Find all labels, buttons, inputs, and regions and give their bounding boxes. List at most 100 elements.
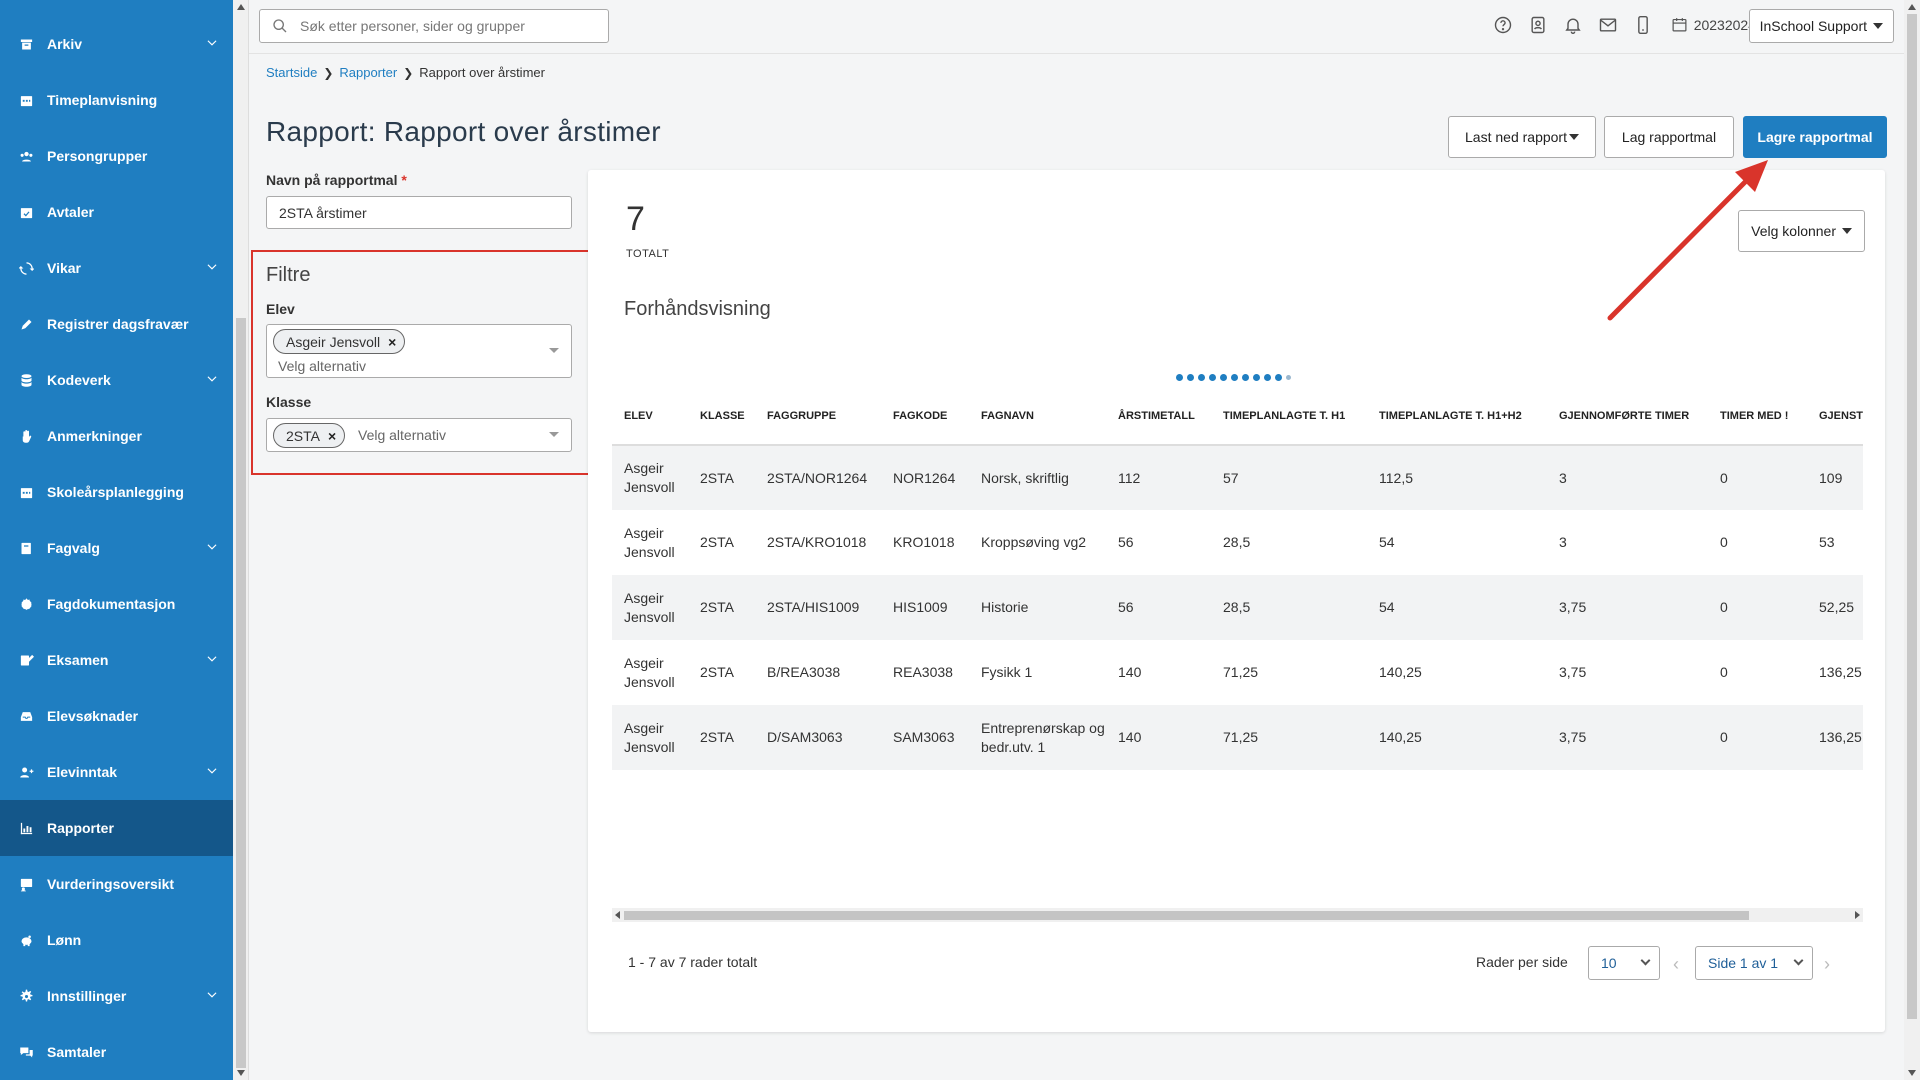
caret-down-icon	[1568, 134, 1579, 140]
class-chip-label: 2STA	[286, 427, 320, 444]
column-header[interactable]: KLASSE	[688, 388, 755, 446]
table-cell: Asgeir Jensvoll	[612, 445, 688, 510]
breadcrumb-current: Rapport over årstimer	[419, 65, 545, 80]
chevron-down-icon[interactable]	[205, 372, 219, 389]
sidebar-item-elevsøknader[interactable]: Elevsøknader	[0, 688, 233, 744]
edit-icon	[18, 652, 34, 668]
dropdown-caret-icon[interactable]	[549, 432, 559, 437]
table-cell: 136,25	[1807, 705, 1863, 770]
calendar-icon	[1672, 18, 1687, 32]
total-count: 7	[626, 200, 645, 238]
save-template-button[interactable]: Lagre rapportmal	[1743, 116, 1887, 158]
sidebar-item-lønn[interactable]: Lønn	[0, 912, 233, 968]
column-header[interactable]: FAGKODE	[881, 388, 969, 446]
chevron-down-icon[interactable]	[205, 764, 219, 781]
calendar-icon	[18, 484, 34, 500]
report-table: ELEV KLASSE FAGGRUPPE FAGKODE FAGNAVN ÅRSTIME…	[612, 388, 1863, 778]
sidebar-item-elevinntak[interactable]: Elevinntak	[0, 744, 233, 800]
column-header[interactable]: ÅRSTIMETALL	[1106, 388, 1211, 446]
sidebar-item-samtaler[interactable]: Samtaler	[0, 1024, 233, 1080]
sidebar-item-label: Skoleårsplanlegging	[47, 484, 184, 500]
school-year[interactable]: 20232024	[1671, 16, 1756, 33]
table-cell: 56	[1106, 575, 1211, 640]
remove-chip-icon[interactable]: ×	[388, 334, 396, 350]
sidebar-scrollbar[interactable]	[233, 0, 249, 1080]
next-page-icon[interactable]: ›	[1824, 954, 1830, 975]
sidebar-item-vurderingsoversikt[interactable]: Vurderingsoversikt	[0, 856, 233, 912]
breadcrumb-reports[interactable]: Rapporter	[339, 65, 397, 80]
sidebar-item-kodeverk[interactable]: Kodeverk	[0, 352, 233, 408]
table-cell: 2STA/HIS1009	[755, 575, 881, 640]
sidebar-item-label: Samtaler	[47, 1044, 107, 1060]
table-cell: HIS1009	[881, 575, 969, 640]
column-header[interactable]: GJENSTÅ	[1807, 388, 1863, 446]
sidebar-item-avtaler[interactable]: Avtaler	[0, 184, 233, 240]
sidebar-item-fagvalg[interactable]: Fagvalg	[0, 520, 233, 576]
sidebar-item-persongrupper[interactable]: Persongrupper	[0, 128, 233, 184]
rows-per-page-select[interactable]: 10	[1588, 946, 1660, 980]
inbox-icon	[18, 708, 34, 724]
table-cell: 71,25	[1223, 664, 1259, 680]
dropdown-caret-icon[interactable]	[549, 348, 559, 353]
search-input[interactable]	[300, 18, 590, 34]
table-cell: 0	[1720, 534, 1728, 550]
sidebar-item-skoleårsplanlegging[interactable]: Skoleårsplanlegging	[0, 464, 233, 520]
help-icon[interactable]	[1492, 14, 1514, 36]
column-header[interactable]: TIMER MED !	[1708, 388, 1807, 446]
chevron-down-icon[interactable]	[205, 540, 219, 557]
table-cell: 54	[1379, 534, 1395, 550]
sidebar-item-timeplanvisning[interactable]: Timeplanvisning	[0, 72, 233, 128]
mobile-icon[interactable]	[1632, 14, 1654, 36]
search-icon	[273, 19, 287, 33]
sidebar-item-arkiv[interactable]: Arkiv	[0, 16, 233, 72]
prev-page-icon[interactable]: ‹	[1673, 954, 1679, 975]
column-header[interactable]: FAGNAVN	[969, 388, 1106, 446]
page-select[interactable]: Side 1 av 1	[1695, 946, 1813, 980]
choose-columns-button[interactable]: Velg kolonner	[1738, 210, 1865, 252]
sidebar-item-anmerkninger[interactable]: Anmerkninger	[0, 408, 233, 464]
table-cell: SAM3045	[881, 770, 969, 778]
contacts-icon[interactable]	[1527, 14, 1549, 36]
download-report-button[interactable]: Last ned rapport	[1448, 116, 1596, 158]
column-header[interactable]: ELEV	[612, 388, 688, 446]
remove-chip-icon[interactable]: ×	[328, 428, 336, 444]
bell-icon[interactable]	[1562, 14, 1584, 36]
template-name-label: Navn på rapportmal *	[266, 172, 407, 188]
column-header[interactable]: TIMEPLANLAGTE T. H1+H2	[1367, 388, 1547, 446]
table-cell: Asgeir Jensvoll	[624, 524, 675, 560]
make-template-button[interactable]: Lag rapportmal	[1604, 116, 1734, 158]
sidebar-item-fagdokumentasjon[interactable]: Fagdokumentasjon	[0, 576, 233, 632]
sidebar-item-innstillinger[interactable]: Innstillinger	[0, 968, 233, 1024]
school-year-label: 20232024	[1693, 16, 1756, 33]
table-cell: REA3038	[893, 664, 953, 680]
class-filter-select[interactable]: 2STA × Velg alternativ	[266, 418, 572, 452]
table-horizontal-scrollbar[interactable]	[612, 908, 1863, 922]
table-cell: Norsk, skriftlig	[969, 445, 1106, 510]
choose-columns-label: Velg kolonner	[1751, 223, 1836, 239]
sidebar-item-rapporter[interactable]: Rapporter	[0, 800, 233, 856]
chevron-right-icon: ❯	[323, 65, 334, 80]
breadcrumb: Startside ❯ Rapporter ❯ Rapport over års…	[266, 65, 545, 80]
search-box[interactable]	[259, 9, 609, 43]
table-cell: Historie	[969, 575, 1106, 640]
sidebar-item-eksamen[interactable]: Eksamen	[0, 632, 233, 688]
user-menu-button[interactable]: InSchool Support	[1748, 9, 1894, 43]
sidebar-item-vikar[interactable]: Vikar	[0, 240, 233, 296]
chevron-down-icon[interactable]	[205, 652, 219, 669]
page-scrollbar[interactable]	[1904, 0, 1920, 1080]
table-cell: 136,25	[1807, 770, 1863, 778]
chevron-down-icon[interactable]	[205, 260, 219, 277]
mail-icon[interactable]	[1597, 14, 1619, 36]
column-header[interactable]: GJENNOMFØRTE TIMER	[1547, 388, 1708, 446]
table-cell: 136,25	[1819, 664, 1862, 680]
template-name-input[interactable]	[266, 196, 572, 229]
chevron-down-icon[interactable]	[205, 36, 219, 53]
table-cell: 57	[1211, 445, 1367, 510]
student-filter-select[interactable]: Asgeir Jensvoll × Velg alternativ	[266, 324, 572, 378]
chevron-down-icon[interactable]	[205, 988, 219, 1005]
breadcrumb-home[interactable]: Startside	[266, 65, 317, 80]
table-cell: 3,75	[1547, 770, 1708, 778]
sidebar-item-registrer-dagsfravær[interactable]: Registrer dagsfravær	[0, 296, 233, 352]
column-header[interactable]: TIMEPLANLAGTE T. H1	[1211, 388, 1367, 446]
column-header[interactable]: FAGGRUPPE	[755, 388, 881, 446]
